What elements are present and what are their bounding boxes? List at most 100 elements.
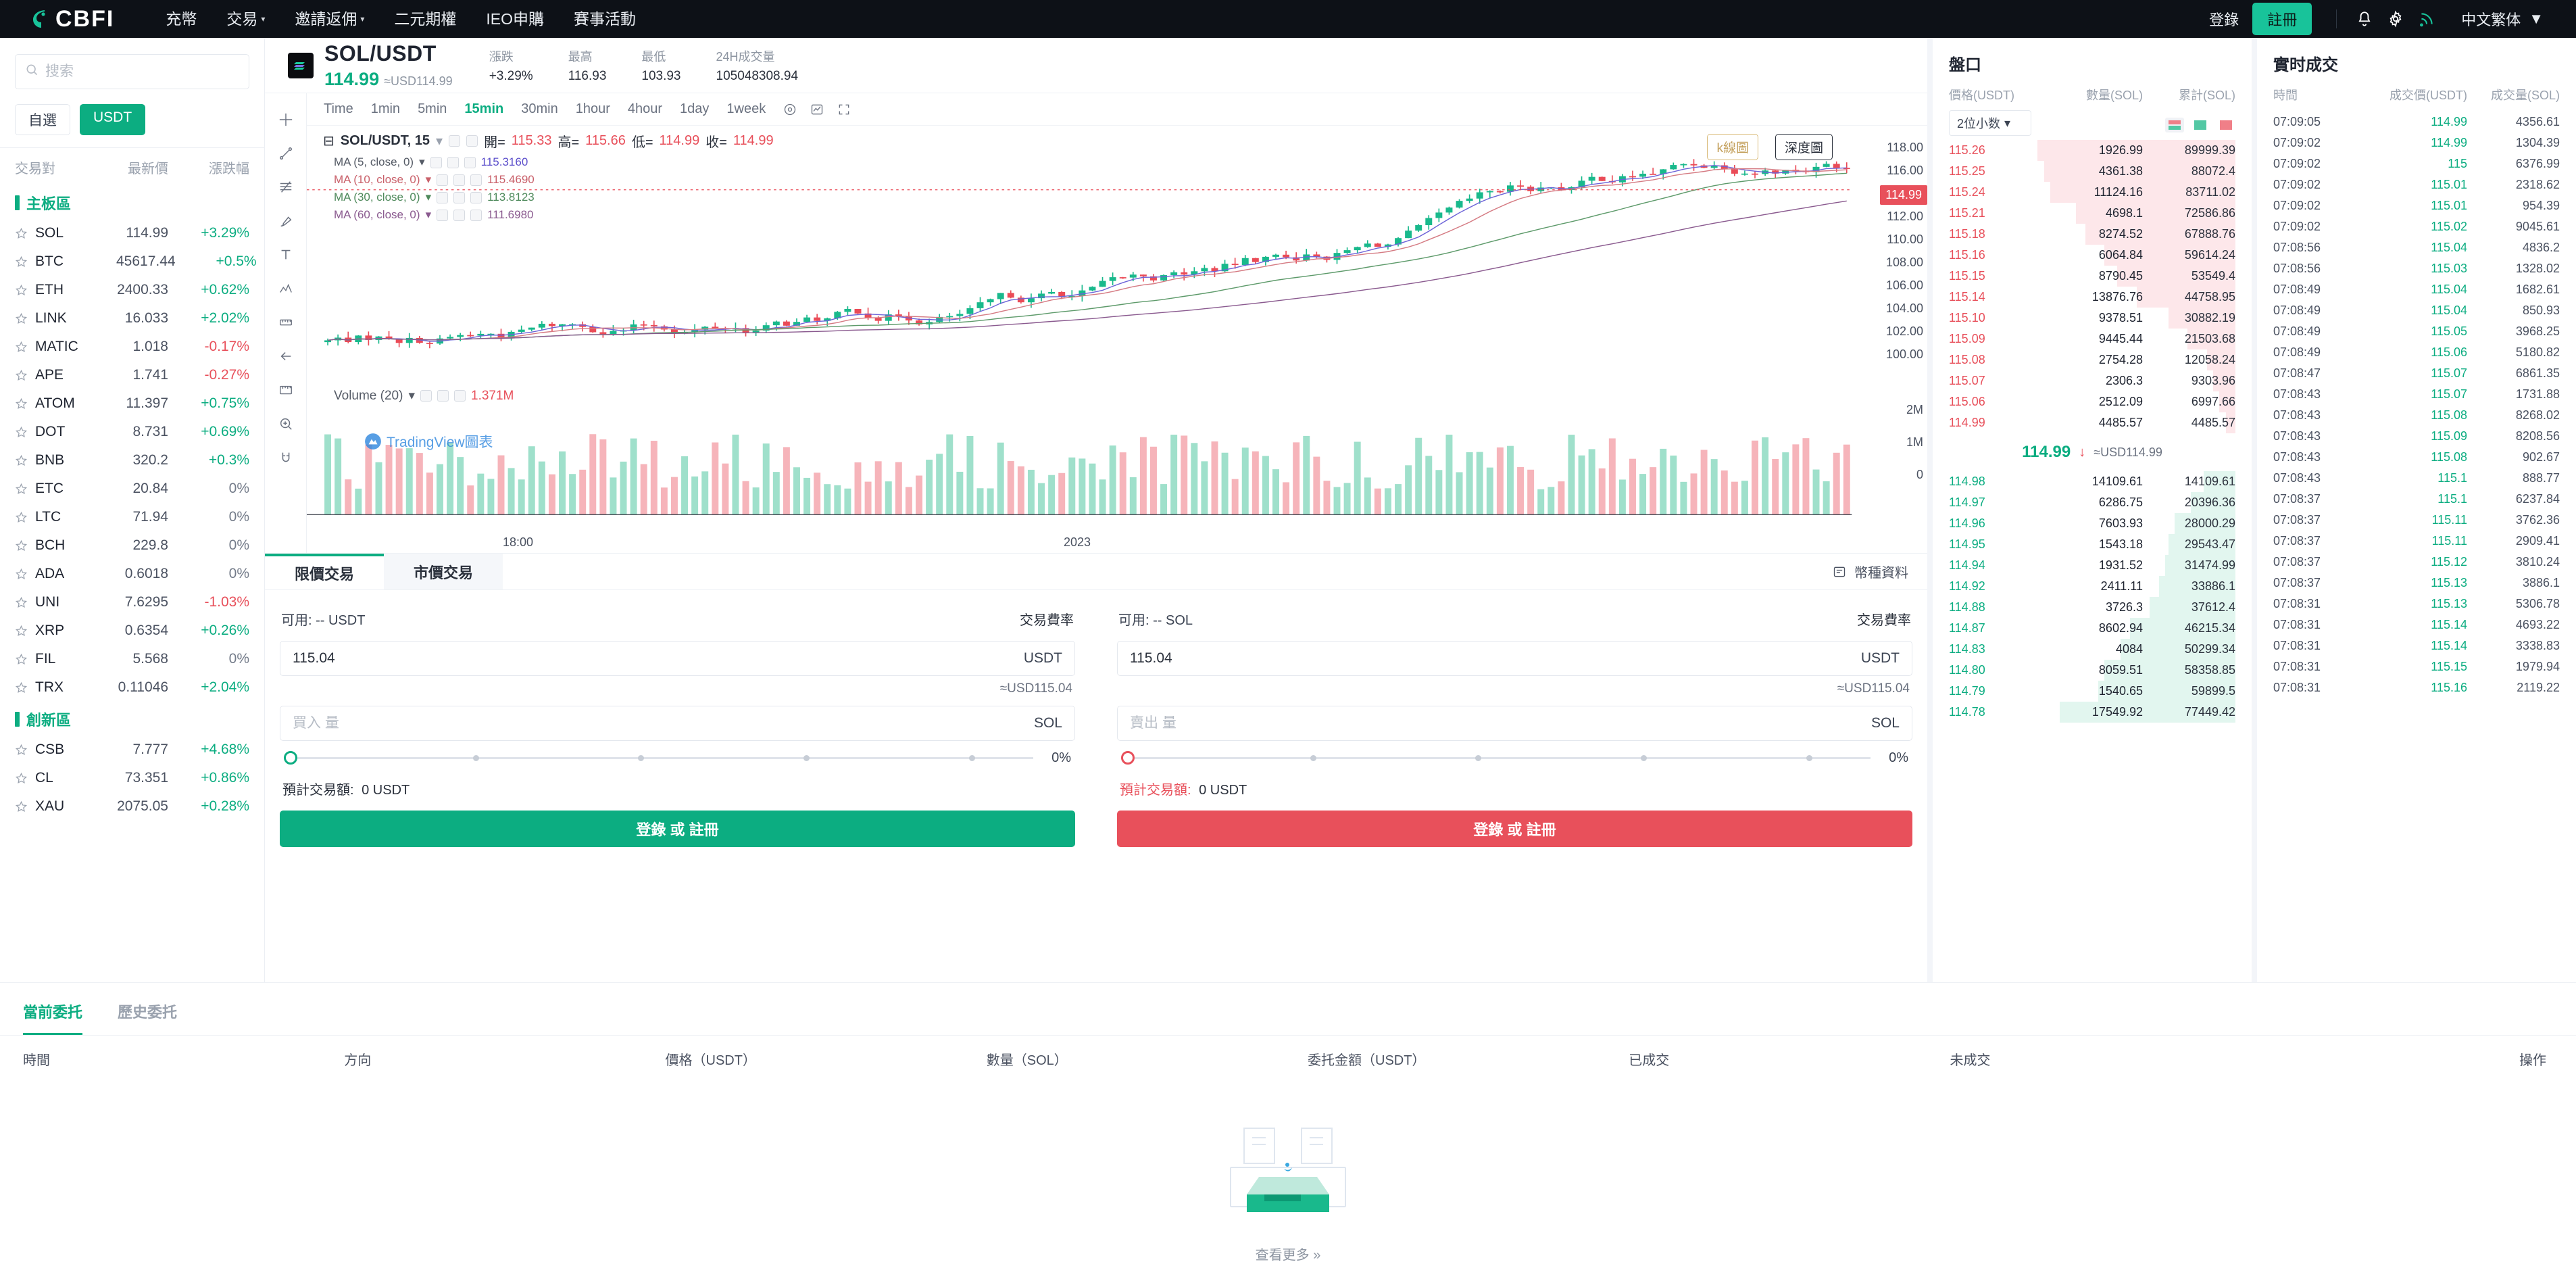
orderbook-row-bid[interactable]: 114.98 14109.61 14109.61 bbox=[1933, 471, 2252, 492]
orderbook-row-bid[interactable]: 114.94 1931.52 31474.99 bbox=[1933, 555, 2252, 576]
star-icon[interactable] bbox=[15, 625, 28, 637]
tab-open-orders[interactable]: 當前委托 bbox=[23, 1000, 83, 1035]
coin-row[interactable]: CSB 7.777 +4.68% bbox=[0, 735, 264, 764]
chip-usdt[interactable]: USDT bbox=[80, 104, 146, 135]
register-button[interactable]: 註冊 bbox=[2252, 3, 2312, 35]
chart-canvas[interactable]: ⊟ SOL/USDT, 15 ▾ 開= 115.33 高= 115.66 低= 114… bbox=[307, 126, 1927, 553]
ma30-visibility-icon[interactable] bbox=[437, 191, 449, 203]
zoom-tool-icon[interactable] bbox=[268, 407, 303, 441]
bell-icon[interactable] bbox=[2349, 3, 2380, 34]
legend-visibility-icon[interactable] bbox=[449, 135, 461, 147]
orderbook-row-ask[interactable]: 115.18 8274.52 67888.76 bbox=[1933, 224, 2252, 245]
sell-amount-input[interactable] bbox=[1130, 715, 1871, 731]
volume-visibility-icon[interactable] bbox=[420, 390, 432, 402]
ma60-settings-icon[interactable] bbox=[453, 209, 466, 221]
timeframe-1hour[interactable]: 1hour bbox=[567, 101, 619, 117]
star-icon[interactable] bbox=[15, 341, 28, 354]
fibonacci-tool-icon[interactable] bbox=[268, 170, 303, 204]
timeframe-1day[interactable]: 1day bbox=[671, 101, 718, 117]
coin-row[interactable]: SOL 114.99 +3.29% bbox=[0, 219, 264, 247]
orderbook-row-ask[interactable]: 115.15 8790.45 53549.4 bbox=[1933, 266, 2252, 287]
timeframe-time[interactable]: Time bbox=[315, 101, 362, 117]
sell-percent-slider[interactable]: 0% bbox=[1121, 746, 1908, 769]
orderbook-row-ask[interactable]: 115.21 4698.1 72586.86 bbox=[1933, 203, 2252, 224]
orderbook-row-bid[interactable]: 114.97 6286.75 20396.36 bbox=[1933, 492, 2252, 513]
orderbook-row-bid[interactable]: 114.95 1543.18 29543.47 bbox=[1933, 534, 2252, 555]
nav-item-deposit[interactable]: 充幣 bbox=[151, 0, 212, 38]
buy-cta-button[interactable]: 登錄 或 註冊 bbox=[280, 811, 1075, 847]
sell-cta-button[interactable]: 登錄 或 註冊 bbox=[1117, 811, 1912, 847]
ma5-visibility-icon[interactable] bbox=[430, 156, 442, 168]
buy-amount-field[interactable]: SOL bbox=[280, 706, 1075, 741]
timeframe-5min[interactable]: 5min bbox=[409, 101, 455, 117]
star-icon[interactable] bbox=[15, 800, 28, 813]
slider-knob[interactable] bbox=[284, 751, 297, 765]
tab-limit-order[interactable]: 限價交易 bbox=[265, 554, 384, 589]
orderbook-row-bid[interactable]: 114.87 8602.94 46215.34 bbox=[1933, 618, 2252, 639]
crosshair-tool-icon[interactable] bbox=[268, 103, 303, 137]
coin-row[interactable]: MATIC 1.018 -0.17% bbox=[0, 333, 264, 361]
brush-tool-icon[interactable] bbox=[268, 204, 303, 238]
coin-row[interactable]: XRP 0.6354 +0.26% bbox=[0, 617, 264, 645]
ma10-settings-icon[interactable] bbox=[453, 174, 466, 186]
orderbook-row-bid[interactable]: 114.92 2411.11 33886.1 bbox=[1933, 576, 2252, 597]
orderbook-row-ask[interactable]: 115.08 2754.28 12058.24 bbox=[1933, 349, 2252, 370]
orderbook-row-ask[interactable]: 114.99 4485.57 4485.57 bbox=[1933, 412, 2252, 433]
coin-row[interactable]: UNI 7.6295 -1.03% bbox=[0, 588, 264, 617]
ruler-tool-icon[interactable] bbox=[268, 373, 303, 407]
star-icon[interactable] bbox=[15, 256, 28, 268]
ma10-remove-icon[interactable] bbox=[470, 174, 482, 186]
coin-row[interactable]: LINK 16.033 +2.02% bbox=[0, 304, 264, 333]
star-icon[interactable] bbox=[15, 596, 28, 609]
orderbook-row-ask[interactable]: 115.10 9378.51 30882.19 bbox=[1933, 308, 2252, 329]
orderbook-row-bid[interactable]: 114.83 4084 50299.34 bbox=[1933, 639, 2252, 660]
language-selector[interactable]: 中文繁体 ▼ bbox=[2452, 8, 2553, 30]
view-more-link[interactable]: 查看更多 » bbox=[1256, 1244, 1321, 1263]
ma60-visibility-icon[interactable] bbox=[437, 209, 449, 221]
collapse-icon[interactable]: ⊟ bbox=[323, 132, 335, 149]
coin-info-link[interactable]: 幣種資料 bbox=[1831, 554, 1927, 589]
depth-chart-button[interactable]: 深度圖 bbox=[1775, 134, 1833, 160]
ma5-remove-icon[interactable] bbox=[464, 156, 476, 168]
search-box[interactable] bbox=[15, 54, 249, 89]
search-input[interactable] bbox=[45, 64, 239, 80]
orderbook-row-ask[interactable]: 115.26 1926.99 89999.39 bbox=[1933, 140, 2252, 161]
ma30-settings-icon[interactable] bbox=[453, 191, 466, 203]
star-icon[interactable] bbox=[15, 454, 28, 467]
coin-row[interactable]: BCH 229.8 0% bbox=[0, 531, 264, 560]
star-icon[interactable] bbox=[15, 744, 28, 756]
orderbook-row-ask[interactable]: 115.09 9445.44 21503.68 bbox=[1933, 329, 2252, 349]
sell-price-field[interactable]: 115.04 USDT bbox=[1117, 641, 1912, 676]
coin-row[interactable]: BNB 320.2 +0.3% bbox=[0, 446, 264, 475]
star-icon[interactable] bbox=[15, 511, 28, 524]
star-icon[interactable] bbox=[15, 284, 28, 297]
precision-selector[interactable]: 2位小数 ▾ bbox=[1949, 110, 2031, 136]
star-icon[interactable] bbox=[15, 369, 28, 382]
orderbook-row-ask[interactable]: 115.07 2306.3 9303.96 bbox=[1933, 370, 2252, 391]
star-icon[interactable] bbox=[15, 539, 28, 552]
orderbook-row-ask[interactable]: 115.06 2512.09 6997.66 bbox=[1933, 391, 2252, 412]
login-button[interactable]: 登錄 bbox=[2196, 8, 2252, 30]
magnet-tool-icon[interactable] bbox=[268, 441, 303, 475]
coin-row[interactable]: ATOM 11.397 +0.75% bbox=[0, 389, 264, 418]
legend-settings-icon[interactable] bbox=[466, 135, 478, 147]
ma30-remove-icon[interactable] bbox=[470, 191, 482, 203]
orderbook-row-ask[interactable]: 115.14 13876.76 44758.95 bbox=[1933, 287, 2252, 308]
undo-tool-icon[interactable] bbox=[268, 339, 303, 373]
coin-row[interactable]: TRX 0.11046 +2.04% bbox=[0, 673, 264, 702]
timeframe-15min[interactable]: 15min bbox=[455, 101, 512, 117]
nav-item-referral[interactable]: 邀請返佣 ▾ bbox=[280, 0, 379, 38]
coin-row[interactable]: CL 73.351 +0.86% bbox=[0, 764, 264, 792]
slider-dot[interactable] bbox=[638, 754, 645, 761]
orderbook-row-bid[interactable]: 114.80 8059.51 58358.85 bbox=[1933, 660, 2252, 681]
buy-amount-input[interactable] bbox=[293, 715, 1034, 731]
orderbook-view-asks-icon[interactable] bbox=[2216, 118, 2235, 132]
tab-market-order[interactable]: 市價交易 bbox=[384, 554, 503, 589]
coin-row[interactable]: XAU 2075.05 +0.28% bbox=[0, 792, 264, 821]
kline-chart-button[interactable]: k線圖 bbox=[1707, 134, 1758, 160]
orderbook-row-ask[interactable]: 115.16 6064.84 59614.24 bbox=[1933, 245, 2252, 266]
orderbook-view-both-icon[interactable] bbox=[2165, 118, 2184, 132]
indicator-settings-icon[interactable] bbox=[778, 98, 801, 121]
trendline-tool-icon[interactable] bbox=[268, 137, 303, 170]
text-tool-icon[interactable] bbox=[268, 238, 303, 272]
